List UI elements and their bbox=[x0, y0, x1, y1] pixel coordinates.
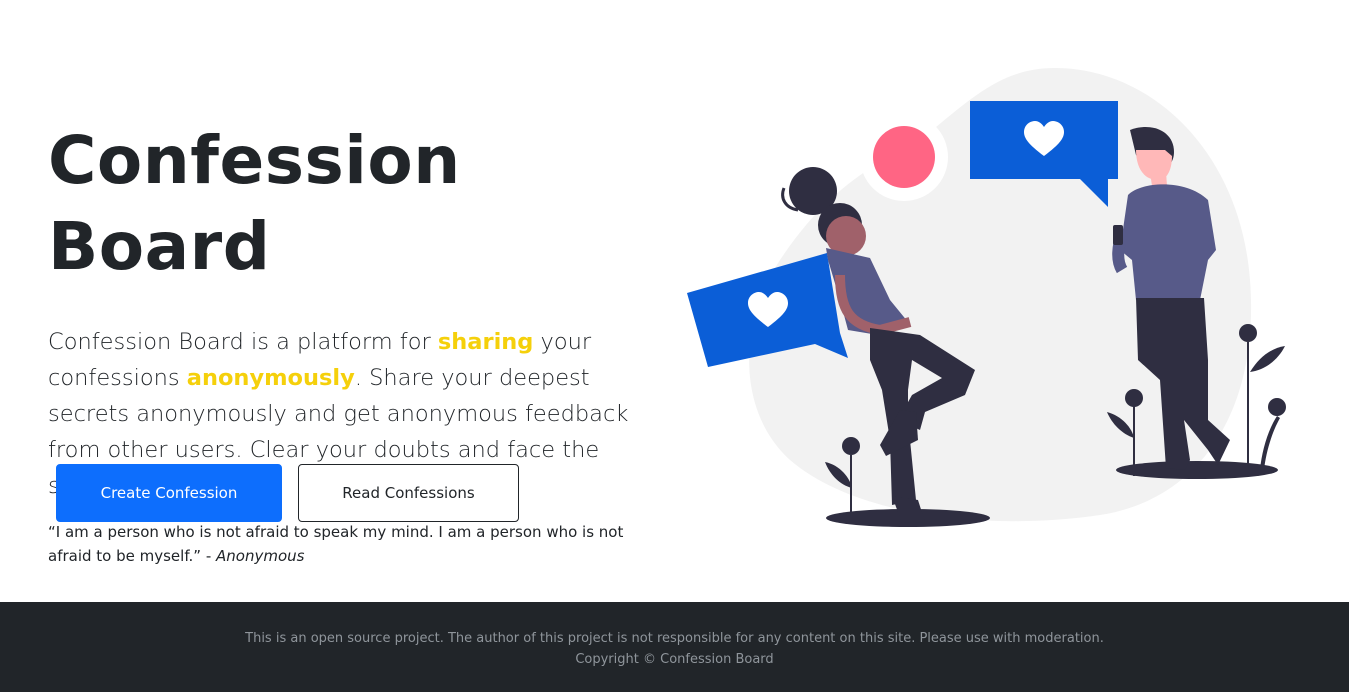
quote-author: Anonymous bbox=[216, 547, 305, 565]
quote-text: “I am a person who is not afraid to spea… bbox=[48, 523, 624, 565]
lead-text: Confession Board is a platform for bbox=[48, 329, 438, 355]
footer-copyright: Copyright © Confession Board bbox=[575, 652, 774, 667]
footer-disclaimer: This is an open source project. The auth… bbox=[245, 631, 1104, 646]
footer: This is an open source project. The auth… bbox=[0, 602, 1349, 692]
quote: “I am a person who is not afraid to spea… bbox=[48, 520, 658, 568]
read-confessions-button[interactable]: Read Confessions bbox=[298, 464, 519, 522]
page-title: Confession Board bbox=[48, 122, 461, 285]
create-confession-button[interactable]: Create Confession bbox=[56, 464, 282, 522]
hero-buttons: Create Confession Read Confessions bbox=[56, 464, 519, 522]
hero-illustration bbox=[687, 68, 1286, 527]
notification-dot-icon bbox=[873, 126, 935, 188]
highlight-anonymously: anonymously bbox=[186, 365, 355, 391]
highlight-sharing: sharing bbox=[437, 329, 534, 355]
